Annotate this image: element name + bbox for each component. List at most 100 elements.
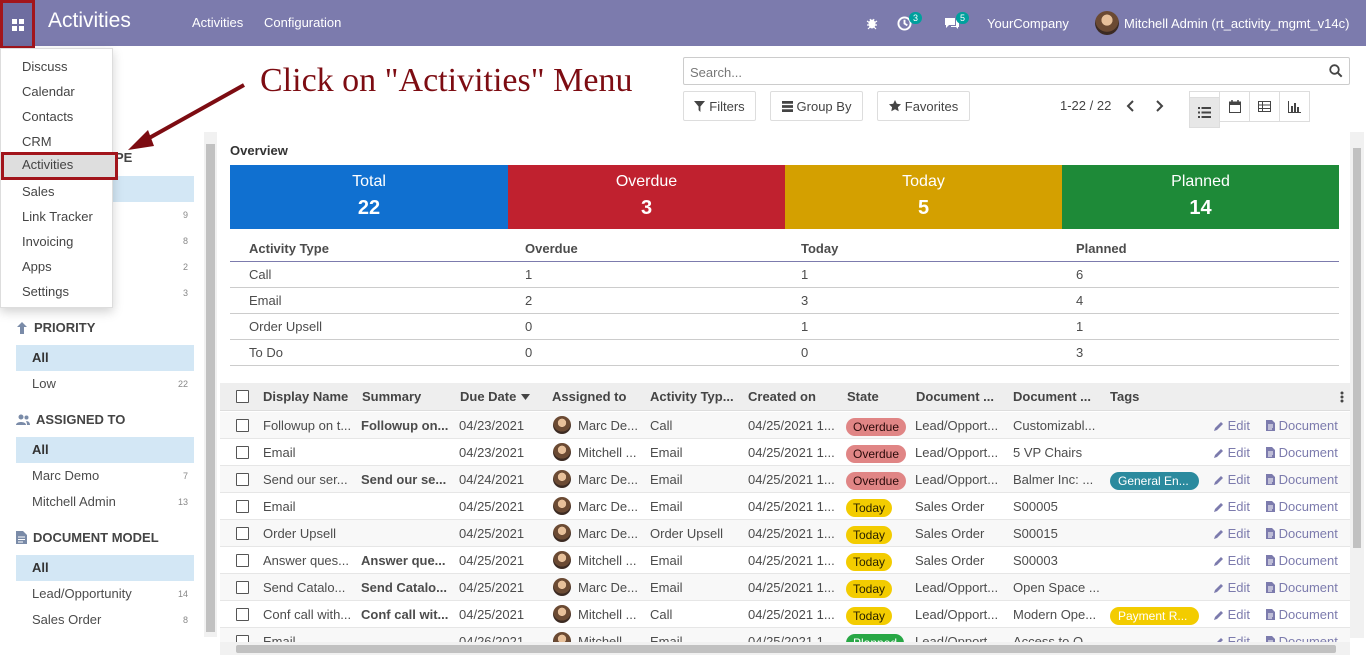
edit-link[interactable]: Edit	[1214, 499, 1250, 514]
model-all[interactable]: All	[16, 555, 194, 581]
table-row[interactable]: Email 04/25/2021 Marc De... Email 04/25/2021…	[220, 493, 1350, 520]
avatar	[553, 551, 571, 569]
pager-next-icon[interactable]	[1154, 100, 1164, 112]
cell-due-date: 04/24/2021	[459, 472, 525, 487]
app-invoicing[interactable]: Invoicing	[1, 229, 114, 254]
document-link[interactable]: Document	[1266, 499, 1338, 514]
document-link[interactable]: Document	[1266, 607, 1338, 622]
document-link[interactable]: Document	[1266, 526, 1338, 541]
priority-all[interactable]: All	[16, 345, 194, 371]
cell-summary: Send Catalo...	[361, 580, 447, 595]
company-switcher[interactable]: YourCompany	[987, 0, 1069, 46]
pivot-view-icon[interactable]	[1249, 91, 1280, 122]
document-link[interactable]: Document	[1266, 445, 1338, 460]
tile-planned[interactable]: Planned 14	[1062, 165, 1339, 229]
table-row[interactable]: Order Upsell 04/25/2021 Marc De... Order Up…	[220, 520, 1350, 547]
cell-assigned-to: Marc De...	[578, 580, 638, 595]
filters-button[interactable]: Filters	[683, 91, 756, 121]
app-link-tracker[interactable]: Link Tracker	[1, 204, 114, 229]
horizontal-scrollbar[interactable]	[220, 642, 1350, 655]
edit-link[interactable]: Edit	[1214, 580, 1250, 595]
row-checkbox[interactable]	[236, 446, 249, 459]
menu-activities[interactable]: Activities	[192, 15, 243, 30]
edit-link[interactable]: Edit	[1214, 472, 1250, 487]
cell-display-name: Email	[263, 499, 296, 514]
row-checkbox[interactable]	[236, 608, 249, 621]
tile-total[interactable]: Total 22	[230, 165, 508, 229]
row-checkbox[interactable]	[236, 554, 249, 567]
col-tags[interactable]: Tags	[1110, 389, 1200, 404]
favorites-button[interactable]: Favorites	[877, 91, 970, 121]
assigned-all[interactable]: All	[16, 437, 194, 463]
cell-document-model: Lead/Opport...	[915, 418, 999, 433]
document-link[interactable]: Document	[1266, 418, 1338, 433]
user-menu[interactable]: Mitchell Admin (rt_activity_mgmt_v14c)	[1124, 0, 1349, 46]
row-checkbox[interactable]	[236, 419, 249, 432]
tile-today[interactable]: Today 5	[785, 165, 1062, 229]
col-document-model[interactable]: Document ...	[916, 389, 1006, 404]
col-due-date[interactable]: Due Date	[460, 389, 530, 404]
col-display-name[interactable]: Display Name	[263, 389, 355, 404]
cell-created-on: 04/25/2021 1...	[748, 553, 835, 568]
model-sales-order[interactable]: Sales Order 8	[16, 607, 194, 633]
priority-low[interactable]: Low 22	[16, 371, 194, 397]
assigned-marc-demo[interactable]: Marc Demo 7	[16, 463, 194, 489]
row-checkbox[interactable]	[236, 473, 249, 486]
search-icon[interactable]	[1329, 64, 1343, 78]
col-created-on[interactable]: Created on	[748, 389, 840, 404]
document-link[interactable]: Document	[1266, 553, 1338, 568]
table-row[interactable]: Email 04/23/2021 Mitchell ... Email 04/25/20…	[220, 439, 1350, 466]
pager-previous-icon[interactable]	[1126, 100, 1136, 112]
col-summary[interactable]: Summary	[362, 389, 454, 404]
edit-link[interactable]: Edit	[1214, 526, 1250, 541]
document-link[interactable]: Document	[1266, 472, 1338, 487]
table-row[interactable]: Answer ques... Answer que... 04/25/2021 Mit…	[220, 547, 1350, 574]
cell-document: S00015	[1013, 526, 1058, 541]
assigned-mitchell-admin[interactable]: Mitchell Admin 13	[16, 489, 194, 515]
main-scrollbar[interactable]	[1350, 132, 1364, 638]
select-all-checkbox[interactable]	[236, 390, 249, 403]
row-checkbox[interactable]	[236, 527, 249, 540]
calendar-view-icon[interactable]	[1219, 91, 1250, 122]
table-row[interactable]: Followup on t... Followup on... 04/23/2021…	[220, 412, 1350, 439]
app-apps[interactable]: Apps	[1, 254, 114, 279]
app-sales[interactable]: Sales	[1, 179, 114, 204]
sidebar-scrollbar[interactable]	[204, 132, 217, 637]
messages-icon[interactable]	[944, 0, 960, 46]
app-settings[interactable]: Settings	[1, 279, 114, 304]
activity-clock-icon[interactable]	[897, 0, 912, 46]
cell-document: Open Space ...	[1013, 580, 1100, 595]
col-document[interactable]: Document ...	[1013, 389, 1103, 404]
col-assigned-to[interactable]: Assigned to	[552, 389, 644, 404]
tile-overdue[interactable]: Overdue 3	[508, 165, 785, 229]
document-link[interactable]: Document	[1266, 580, 1338, 595]
row-checkbox[interactable]	[236, 500, 249, 513]
app-activities[interactable]: Activities	[1, 152, 118, 180]
menu-configuration[interactable]: Configuration	[264, 15, 341, 30]
graph-view-icon[interactable]	[1279, 91, 1310, 122]
edit-link[interactable]: Edit	[1214, 553, 1250, 568]
table-row[interactable]: Conf call with... Conf call wit... 04/25/2…	[220, 601, 1350, 628]
col-state[interactable]: State	[847, 389, 911, 404]
group-by-button[interactable]: Group By	[770, 91, 863, 121]
table-row[interactable]: Send Catalo... Send Catalo... 04/25/2021 Ma…	[220, 574, 1350, 601]
model-lead-opportunity[interactable]: Lead/Opportunity 14	[16, 581, 194, 607]
app-contacts[interactable]: Contacts	[1, 104, 114, 129]
filters-label: Filters	[709, 98, 745, 114]
app-discuss[interactable]: Discuss	[1, 54, 114, 79]
app-crm[interactable]: CRM	[1, 129, 114, 154]
optional-columns-icon[interactable]	[1340, 391, 1344, 403]
app-calendar[interactable]: Calendar	[1, 79, 114, 104]
edit-link[interactable]: Edit	[1214, 607, 1250, 622]
edit-link[interactable]: Edit	[1214, 418, 1250, 433]
debug-icon[interactable]	[865, 0, 879, 46]
table-row[interactable]: Send our ser... Send our se... 04/24/2021 M…	[220, 466, 1350, 493]
user-avatar[interactable]	[1095, 0, 1119, 46]
col-activity-type[interactable]: Activity Typ...	[650, 389, 742, 404]
row-checkbox[interactable]	[236, 581, 249, 594]
search-input[interactable]: Search...	[683, 57, 1350, 85]
edit-link[interactable]: Edit	[1214, 445, 1250, 460]
pager-value[interactable]: 1-22 / 22	[1060, 98, 1111, 113]
list-view-icon[interactable]	[1189, 97, 1220, 128]
apps-menu-button[interactable]	[0, 0, 35, 49]
